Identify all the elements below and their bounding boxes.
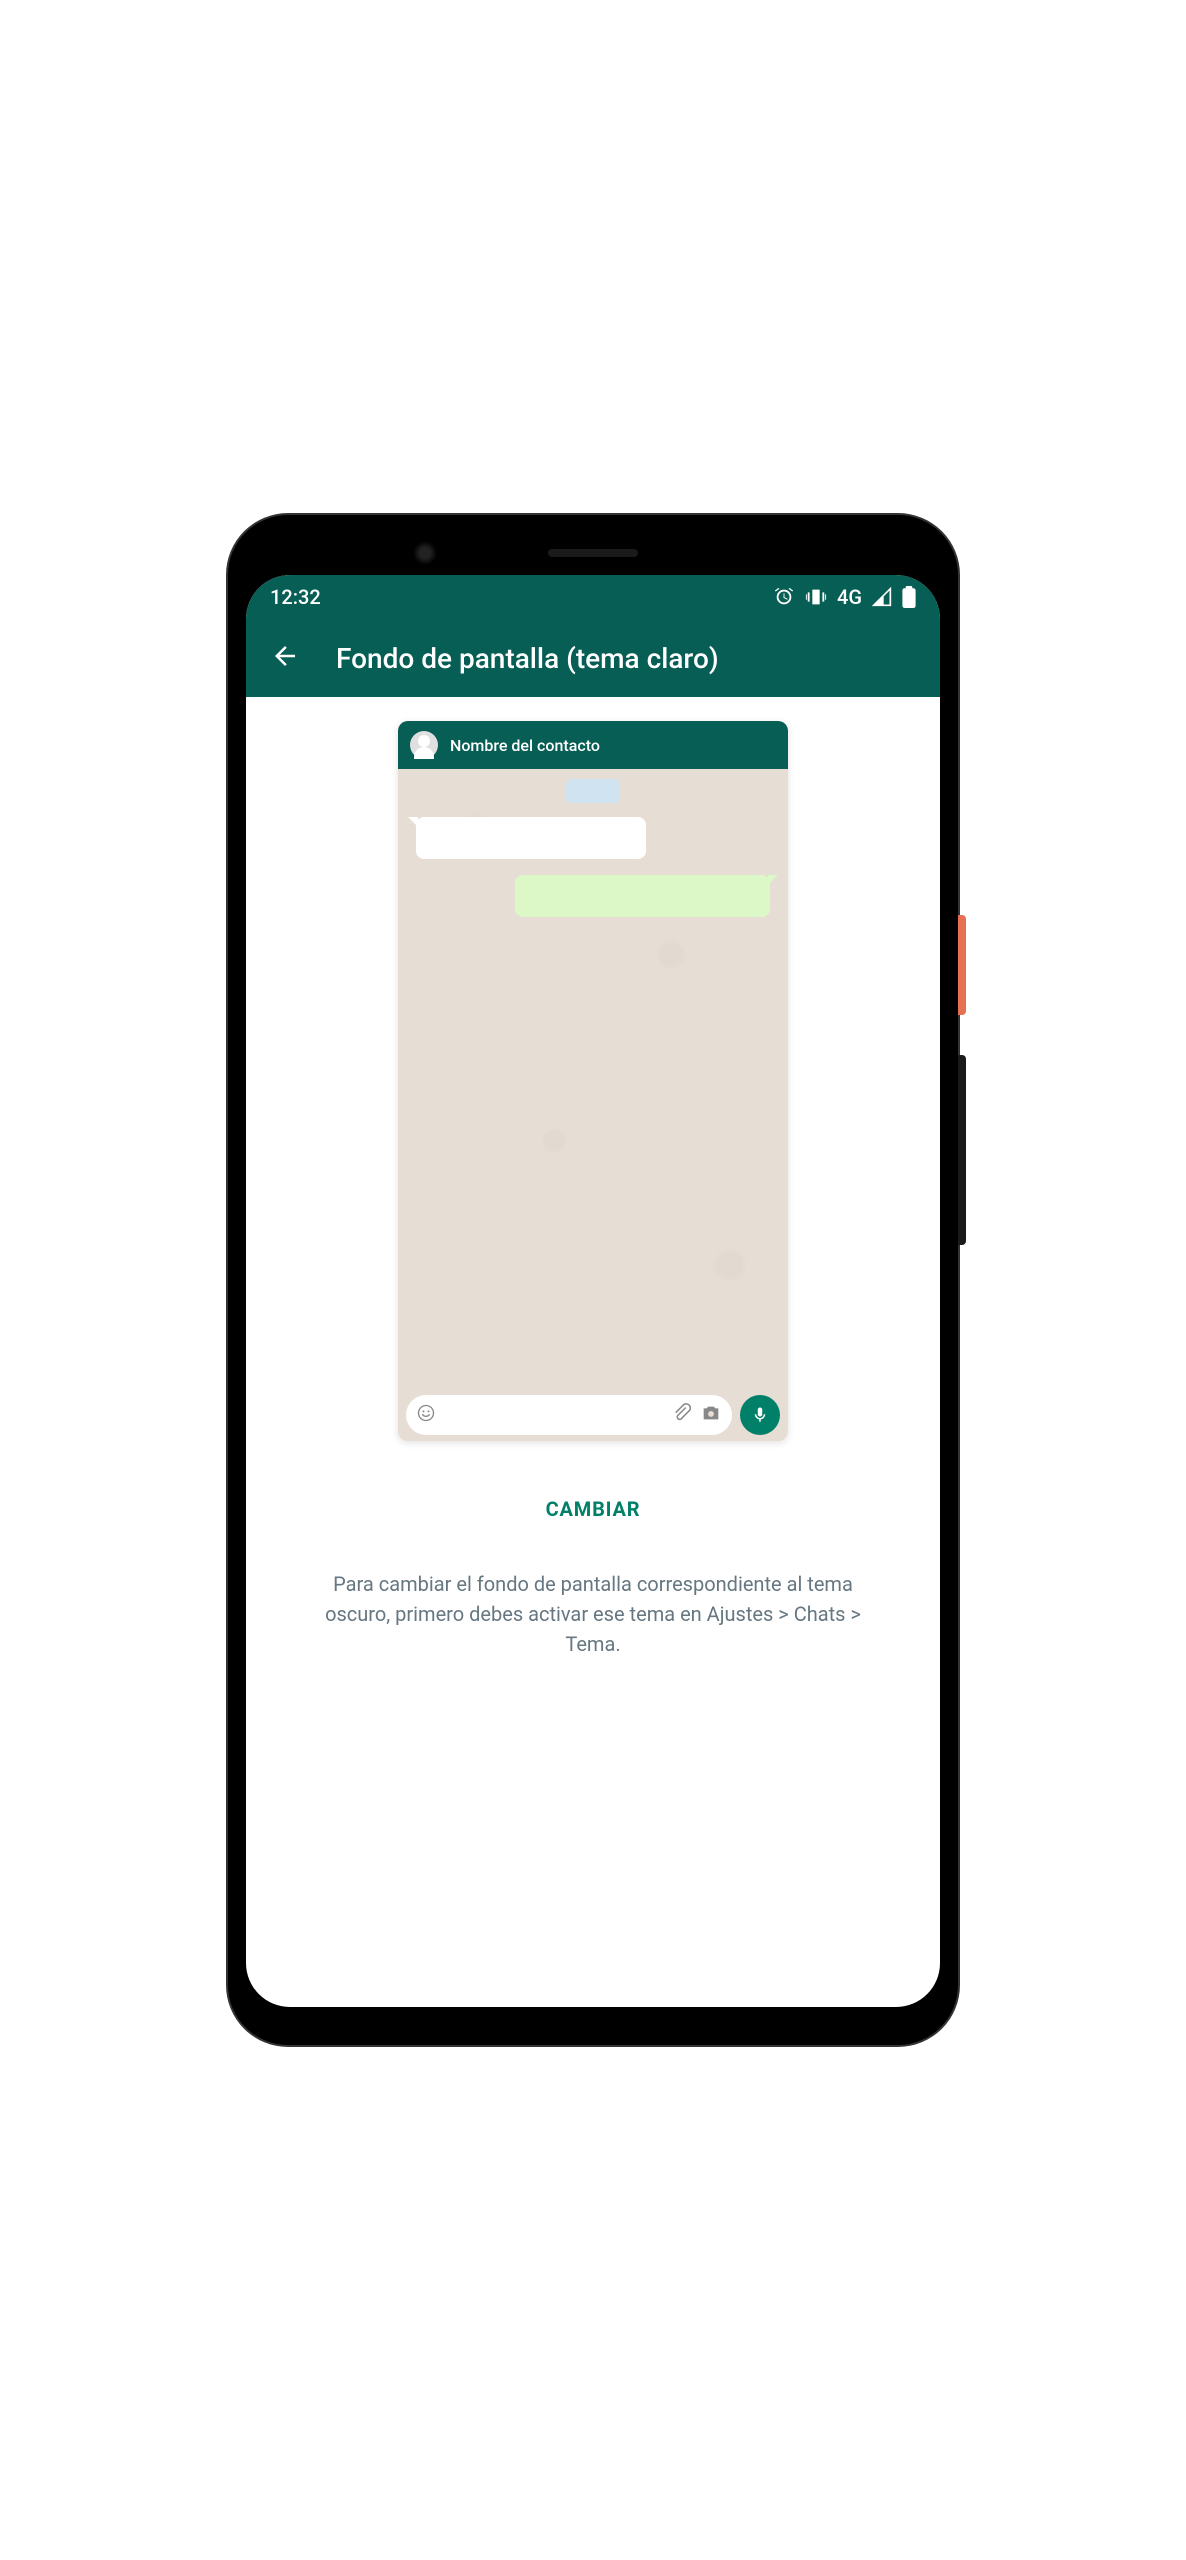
outgoing-bubble [515,875,770,917]
preview-text-input [406,1395,732,1435]
preview-contact-name: Nombre del contacto [450,736,600,755]
change-button[interactable]: CAMBIAR [526,1487,661,1531]
status-time: 12:32 [270,585,321,609]
home-indicator[interactable] [493,1994,693,1999]
page-title: Fondo de pantalla (tema claro) [336,642,719,675]
speaker-grill [548,549,638,557]
vibrate-icon [805,586,827,608]
help-text: Para cambiar el fondo de pantalla corres… [283,1569,903,1659]
preview-chat-body [398,769,788,1389]
phone-frame: 12:32 4G [228,515,958,2045]
mic-button [740,1395,780,1435]
avatar-icon [410,731,438,759]
date-pill [566,779,620,803]
front-camera [413,541,437,565]
network-label: 4G [837,585,862,609]
power-button [958,915,966,1015]
preview-chat-header: Nombre del contacto [398,721,788,769]
app-bar: Fondo de pantalla (tema claro) [246,619,940,697]
status-icons: 4G [773,585,916,609]
incoming-bubble [416,817,646,859]
emoji-icon [416,1403,436,1427]
alarm-icon [773,586,795,608]
content: Nombre del contacto [246,697,940,1659]
screen: 12:32 4G [246,575,940,2007]
status-bar: 12:32 4G [246,575,940,619]
volume-button [958,1055,966,1245]
signal-icon [872,587,892,607]
preview-input-row [398,1389,788,1441]
wallpaper-preview: Nombre del contacto [398,721,788,1441]
camera-icon [700,1402,722,1428]
attach-icon [672,1403,692,1427]
battery-icon [902,586,916,608]
back-button[interactable] [262,633,308,683]
